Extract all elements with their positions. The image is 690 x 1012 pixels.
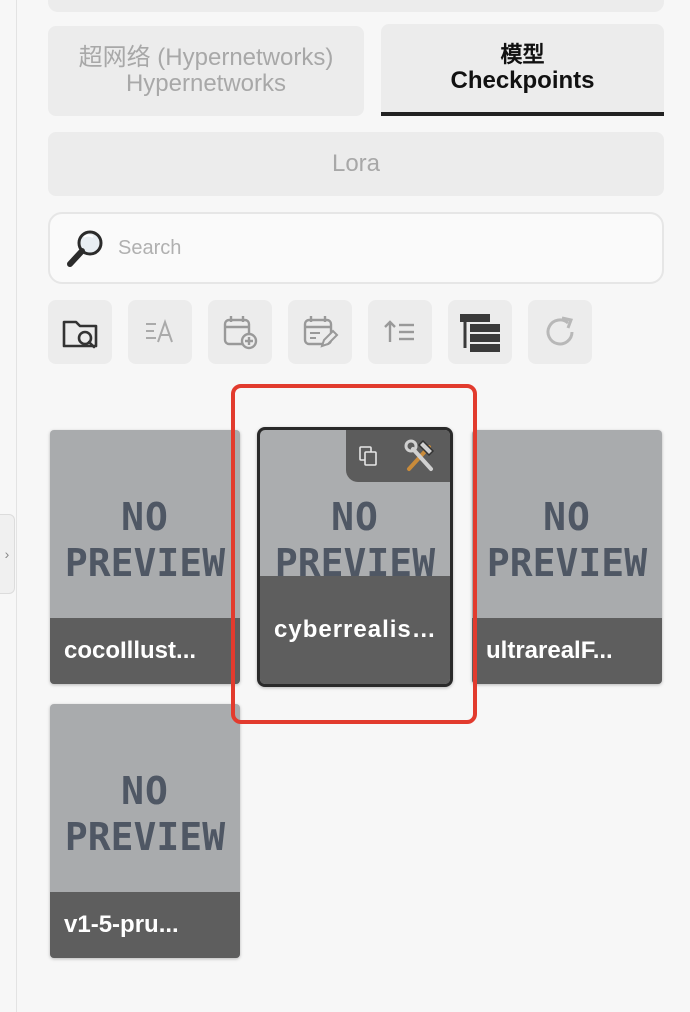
tab-checkpoints-label-2: Checkpoints	[450, 67, 595, 94]
card-actions	[346, 430, 450, 482]
model-card-hovered[interactable]: NO PREVIEW cyberrealistic_v70	[257, 427, 453, 687]
model-card-name: v1-5-pru...	[50, 892, 240, 958]
sort-by-name-icon	[146, 318, 173, 343]
tools-icon[interactable]	[401, 437, 439, 475]
refresh-icon	[546, 316, 574, 346]
model-card-name-text: v1-5-pru...	[64, 911, 179, 938]
tab-checkpoints[interactable]: 模型 Checkpoints	[381, 24, 664, 116]
sort-ascending-icon	[384, 320, 414, 342]
preview-text-line-2: PREVIEW	[486, 541, 648, 585]
tab-hypernetworks-label-2: Hypernetworks	[125, 70, 287, 97]
no-preview-image: NO PREVIEW	[50, 704, 240, 904]
copy-icon[interactable]	[357, 445, 379, 467]
no-preview-image: NO PREVIEW	[472, 430, 662, 630]
tab-lora[interactable]: Lora	[48, 132, 664, 196]
preview-text-line-1: NO	[121, 495, 169, 539]
search-input[interactable]	[116, 235, 620, 261]
tree-view-icon	[460, 314, 500, 352]
sort-by-date-modified-icon	[303, 316, 339, 348]
model-card[interactable]: NO PREVIEW ultrarealF...	[472, 430, 662, 684]
sort-by-date-created-button[interactable]	[208, 300, 272, 364]
sort-by-date-modified-button[interactable]	[288, 300, 352, 364]
sort-order-button[interactable]	[368, 300, 432, 364]
sidebar-edge	[0, 0, 17, 1012]
model-card[interactable]: NO PREVIEW v1-5-pru...	[50, 704, 240, 958]
model-card-name: cyberrealistic_v70	[260, 576, 450, 684]
model-card-name-text: cocoIllust...	[64, 637, 197, 664]
model-card-name-text: ultrarealF...	[486, 637, 613, 664]
preview-text-line-2: PREVIEW	[64, 815, 226, 859]
model-card-name: cocoIllust...	[50, 618, 240, 684]
tab-hypernetworks-label-1: 超网络 (Hypernetworks)	[78, 44, 334, 71]
no-preview-image: NO PREVIEW	[50, 430, 240, 630]
search-box[interactable]	[48, 212, 664, 284]
model-card-name: ultrarealF...	[472, 618, 662, 684]
refresh-button[interactable]	[528, 300, 592, 364]
preview-text-line-2: PREVIEW	[64, 541, 226, 585]
open-folder-button[interactable]	[48, 300, 112, 364]
previous-panel-edge	[48, 0, 664, 12]
preview-text-line-1: NO	[543, 495, 591, 539]
folder-search-icon	[62, 320, 98, 349]
preview-text-line-1: NO	[121, 769, 169, 813]
tab-lora-label: Lora	[331, 150, 381, 177]
tab-hypernetworks[interactable]: 超网络 (Hypernetworks) Hypernetworks	[48, 26, 364, 116]
sort-by-name-button[interactable]	[128, 300, 192, 364]
preview-text-line-1: NO	[331, 495, 379, 539]
magnifier-icon	[67, 230, 103, 267]
chevron-right-icon: ›	[4, 546, 10, 562]
tree-view-button[interactable]	[448, 300, 512, 364]
sort-by-date-created-icon	[223, 316, 258, 350]
tab-checkpoints-label-1: 模型	[500, 42, 545, 67]
expand-panel-button[interactable]: ›	[0, 514, 15, 594]
model-card[interactable]: NO PREVIEW cocoIllust...	[50, 430, 240, 684]
model-card-name-text: cyberrealistic_v70	[274, 616, 436, 643]
